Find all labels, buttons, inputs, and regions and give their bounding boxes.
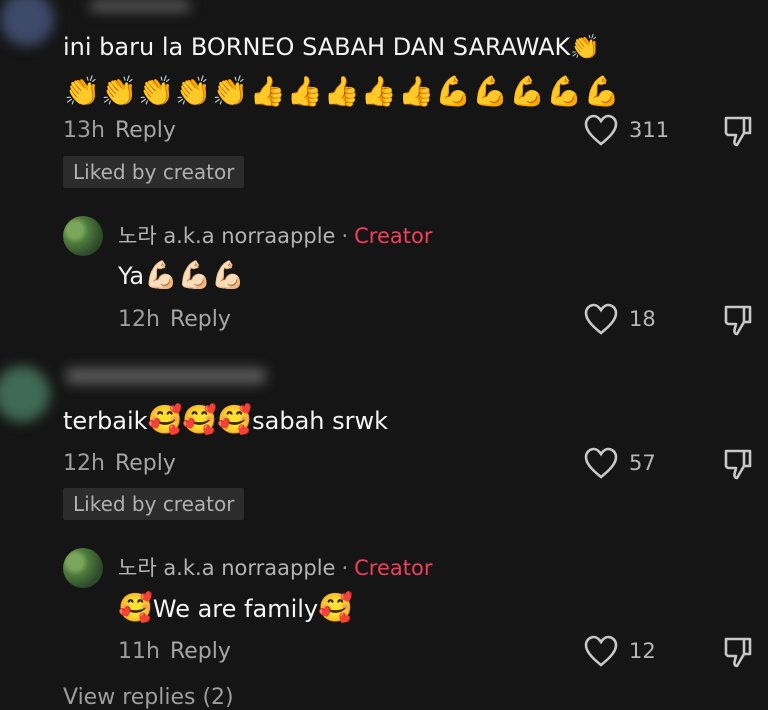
heart-outline-icon (584, 303, 618, 335)
reply-button[interactable]: Reply (170, 639, 231, 664)
clapping-hands-emoji: 👏 (570, 33, 601, 61)
liked-by-creator-badge: Liked by creator (63, 488, 245, 520)
creator-label: Creator (354, 556, 433, 580)
creator-avatar[interactable] (63, 216, 103, 256)
comment-meta: 13h Reply (63, 118, 176, 143)
blurred-avatar[interactable] (0, 366, 50, 422)
like-button[interactable]: 57 (583, 446, 656, 480)
thumbs-down-icon (724, 116, 752, 147)
blurred-username[interactable] (90, 0, 190, 12)
like-count: 12 (629, 639, 656, 663)
dislike-button[interactable] (722, 635, 754, 669)
reply-button[interactable]: Reply (115, 118, 176, 143)
dislike-button[interactable] (722, 114, 754, 148)
reply-author-name[interactable]: 노라 a.k.a norraapple (118, 224, 335, 248)
view-replies-link[interactable]: View replies (2) (63, 685, 234, 710)
comment-text: ini baru la BORNEO SABAH DAN SARAWAK👏 (63, 33, 601, 61)
thumbs-down-icon (724, 637, 752, 668)
comment-meta: 12h Reply (63, 451, 176, 476)
like-button[interactable]: 12 (583, 634, 656, 668)
comment-emoji-line: 👏👏👏👏👏👍👍👍👍👍💪💪💪💪💪 (64, 74, 621, 108)
heart-outline-icon (584, 114, 618, 146)
flexed-biceps-emoji: 💪🏻💪🏻💪🏻 (144, 260, 245, 291)
creator-avatar[interactable] (63, 548, 103, 588)
reply-text: Ya💪🏻💪🏻💪🏻 (118, 260, 245, 291)
reply-time: 11h (118, 639, 160, 664)
blurred-username[interactable] (66, 368, 266, 384)
heart-outline-icon (584, 447, 618, 479)
reply-button[interactable]: Reply (115, 451, 176, 476)
reply-author-name[interactable]: 노라 a.k.a norraapple (118, 556, 335, 580)
reply-time: 12h (118, 307, 160, 332)
smiling-face-with-hearts-emoji: 🥰 (318, 591, 353, 624)
liked-by-creator-badge: Liked by creator (63, 156, 245, 188)
like-button[interactable]: 311 (583, 113, 669, 147)
reply-author[interactable]: 노라 a.k.a norraapple · Creator (118, 220, 432, 250)
reply-button[interactable]: Reply (170, 307, 231, 332)
blurred-avatar[interactable] (0, 0, 54, 46)
like-count: 57 (629, 451, 656, 475)
heart-outline-icon (584, 635, 618, 667)
thumbs-down-icon (724, 449, 752, 480)
thumbs-down-icon (724, 305, 752, 336)
reply-text: 🥰We are family🥰 (118, 591, 353, 624)
comment-time: 13h (63, 118, 105, 143)
smiling-face-with-hearts-emoji: 🥰 (118, 591, 153, 624)
creator-label: Creator (354, 224, 433, 248)
like-count: 311 (629, 118, 670, 142)
smiling-face-with-hearts-emoji: 🥰🥰🥰 (147, 403, 253, 436)
like-button[interactable]: 18 (583, 302, 656, 336)
reply-meta: 11h Reply (118, 639, 231, 664)
comment-text: terbaik🥰🥰🥰sabah srwk (63, 403, 389, 436)
like-count: 18 (629, 307, 656, 331)
comment-time: 12h (63, 451, 105, 476)
reply-author[interactable]: 노라 a.k.a norraapple · Creator (118, 552, 432, 582)
reply-meta: 12h Reply (118, 307, 231, 332)
dislike-button[interactable] (722, 447, 754, 481)
dislike-button[interactable] (722, 303, 754, 337)
